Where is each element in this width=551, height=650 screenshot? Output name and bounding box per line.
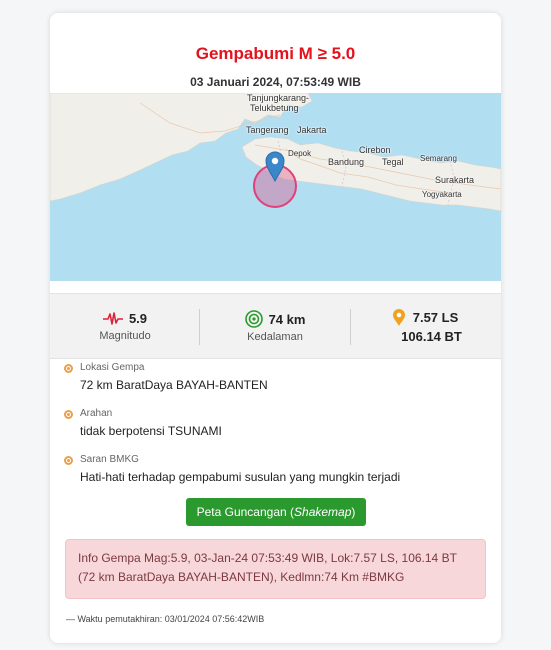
map-label-tanjungkarang: Tanjungkarang- <box>247 93 310 103</box>
location-pin-icon <box>392 309 405 326</box>
event-datetime: 03 Januari 2024, 07:53:49 WIB <box>190 75 361 89</box>
map-label-depok: Depok <box>288 149 312 158</box>
map-label-cirebon: Cirebon <box>359 145 391 155</box>
depth-icon <box>244 310 263 328</box>
advice-info: Saran BMKG Hati-hati terhadap gempabumi … <box>64 454 484 484</box>
seismograph-icon <box>102 311 123 325</box>
location-key: Lokasi Gempa <box>80 362 145 373</box>
depth-stat: 74 km Kedalaman <box>200 294 350 360</box>
shakemap-button-label: Peta Guncangan ( <box>196 505 295 519</box>
shakemap-button[interactable]: Peta Guncangan (Shakemap) <box>186 498 366 526</box>
epicenter-map[interactable]: Tanjungkarang- Telukbetung Tangerang Jak… <box>50 93 501 281</box>
shakemap-button-label-end: ) <box>351 505 356 519</box>
update-time: — Waktu pemutakhiran: 03/01/2024 07:56:4… <box>66 614 264 624</box>
card-title: Gempabumi M ≥ 5.0 <box>195 44 356 63</box>
direction-value: tidak berpotensi TSUNAMI <box>80 424 222 438</box>
map-label-surakarta: Surakarta <box>435 175 475 185</box>
update-time-text: Waktu pemutakhiran: 03/01/2024 07:56:42W… <box>77 614 265 624</box>
stats-bar: 5.9 Magnitudo 74 km Kedalaman 7.57 LS 10… <box>50 293 501 359</box>
shakemap-button-label-em: Shakemap <box>294 505 352 519</box>
map-label-jakarta: Jakarta <box>297 125 327 135</box>
map-label-tangerang: Tangerang <box>246 125 289 135</box>
info-alert: Info Gempa Mag:5.9, 03-Jan-24 07:53:49 W… <box>65 539 486 599</box>
advice-key: Saran BMKG <box>80 454 139 465</box>
longitude-value: 106.14 BT <box>401 329 462 344</box>
magnitude-value: 5.9 <box>128 311 148 326</box>
map-label-telukbetung: Telukbetung <box>250 103 299 113</box>
map-label-semarang: Semarang <box>420 154 457 163</box>
location-info: Lokasi Gempa 72 km BaratDaya BAYAH-BANTE… <box>64 362 484 392</box>
bullet-icon <box>64 364 73 373</box>
advice-value: Hati-hati terhadap gempabumi susulan yan… <box>80 470 401 484</box>
map-label-tegal: Tegal <box>382 157 404 167</box>
location-value: 72 km BaratDaya BAYAH-BANTEN <box>80 378 268 392</box>
magnitude-label: Magnitudo <box>99 330 151 342</box>
map-canvas <box>50 93 501 281</box>
latitude-value: 7.57 LS <box>412 310 459 325</box>
direction-info: Arahan tidak berpotensi TSUNAMI <box>64 408 484 438</box>
bullet-icon <box>64 456 73 465</box>
depth-label: Kedalaman <box>247 331 303 343</box>
depth-value: 74 km <box>268 311 306 327</box>
coordinates-stat: 7.57 LS 106.14 BT <box>350 294 501 360</box>
magnitude-stat: 5.9 Magnitudo <box>50 294 200 360</box>
direction-key: Arahan <box>80 408 113 419</box>
earthquake-card: Gempabumi M ≥ 5.0 03 Januari 2024, 07:53… <box>50 13 501 643</box>
dash-icon: — <box>66 614 78 624</box>
bullet-icon <box>64 410 73 419</box>
map-label-yogyakarta: Yogyakarta <box>422 190 462 199</box>
map-label-bandung: Bandung <box>328 157 365 167</box>
